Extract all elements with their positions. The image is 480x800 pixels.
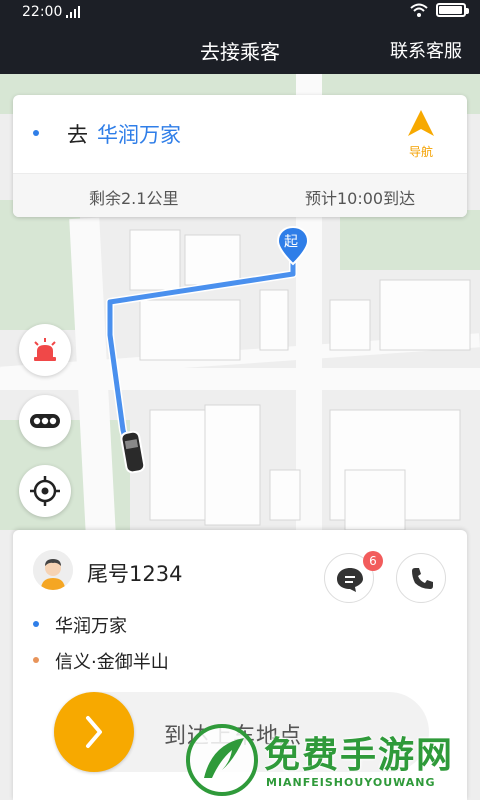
- destination-card: 去 华润万家 导航 剩余2.1公里 预计10:00到达: [13, 95, 467, 217]
- user-avatar-icon: [33, 550, 73, 590]
- alarm-button[interactable]: [19, 324, 71, 376]
- remaining-distance: 剩余2.1公里: [89, 189, 179, 208]
- title-bar: 去接乘客 联系客服: [0, 24, 480, 74]
- estimated-arrival: 预计10:00到达: [305, 189, 416, 208]
- locate-icon: [30, 476, 60, 506]
- start-marker: 起: [277, 226, 309, 266]
- navigation-label: 导航: [408, 145, 433, 159]
- navigation-arrow-icon: [408, 110, 434, 136]
- alarm-light-icon: [34, 338, 56, 361]
- pickup-dot: [33, 621, 39, 627]
- signal-icon: [66, 6, 80, 18]
- locate-button[interactable]: [19, 465, 71, 517]
- wifi-icon: [410, 3, 428, 17]
- watermark-sub: MIANFEISHOUYOUWANG: [266, 776, 436, 789]
- pickup-label: 华润万家: [55, 616, 127, 637]
- watermark-logo: [186, 724, 258, 796]
- watermark: 免费手游网 MIANFEISHOUYOUWANG: [178, 718, 480, 800]
- passenger-tail-number: 尾号1234: [87, 562, 183, 586]
- call-button[interactable]: [396, 553, 446, 603]
- start-marker-label: 起: [284, 234, 298, 250]
- contact-service-button[interactable]: 联系客服: [390, 37, 462, 63]
- navigation-button[interactable]: 导航: [401, 109, 441, 159]
- dropoff-label: 信义·金御半山: [55, 652, 169, 673]
- watermark-brand: 免费手游网: [264, 735, 455, 776]
- message-badge: 6: [363, 551, 383, 571]
- more-dots-icon: [30, 414, 60, 428]
- status-time: 22:00: [22, 4, 63, 20]
- more-button[interactable]: [19, 395, 71, 447]
- avatar: [33, 550, 73, 590]
- slider-knob[interactable]: [54, 692, 134, 772]
- phone-icon: [412, 568, 433, 589]
- destination-dot: [33, 130, 39, 136]
- battery-icon: [436, 3, 469, 17]
- dropoff-dot: [33, 657, 39, 663]
- destination-prefix: 去: [67, 123, 88, 147]
- chevron-right-icon: [86, 716, 102, 748]
- status-bar: 22:00: [0, 0, 480, 24]
- destination-place: 华润万家: [97, 123, 181, 147]
